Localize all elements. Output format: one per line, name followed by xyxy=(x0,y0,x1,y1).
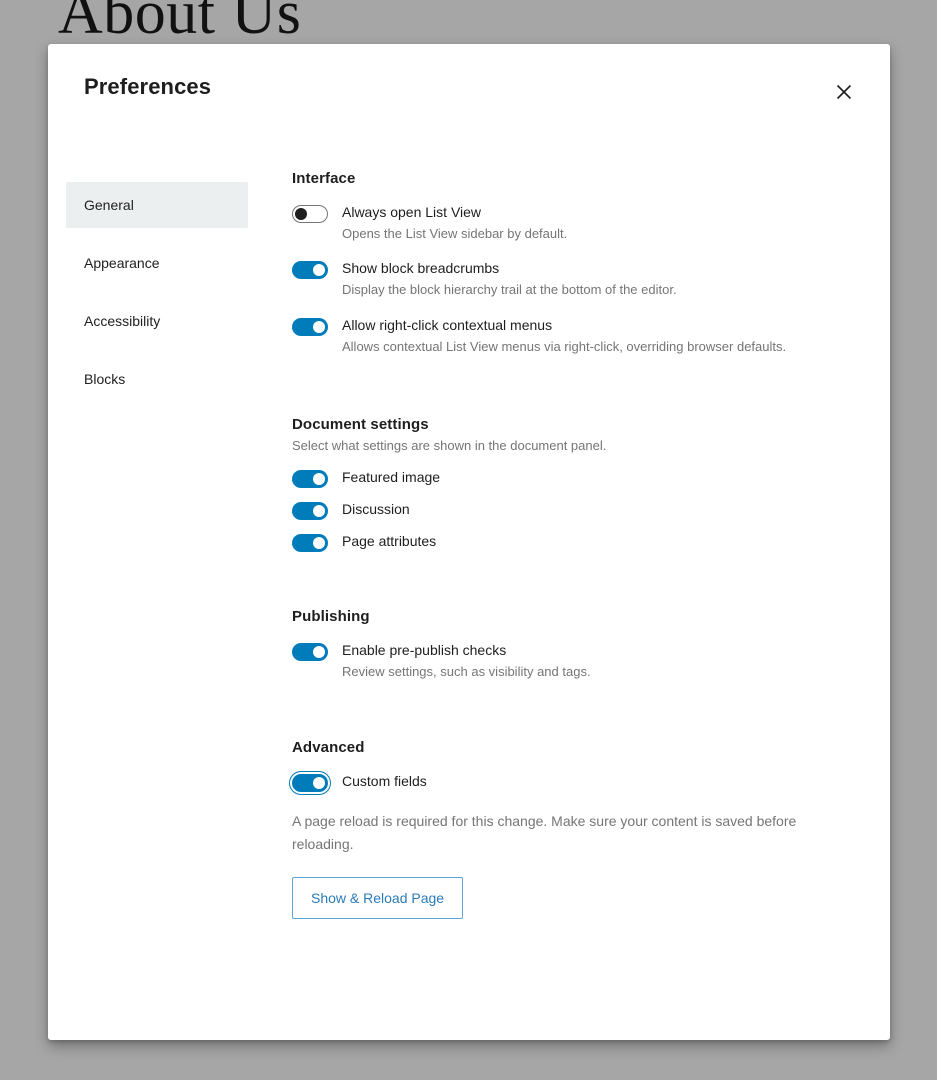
sidebar-item-label: Accessibility xyxy=(84,313,161,329)
section-title-document-settings: Document settings xyxy=(292,416,429,434)
toggle-knob xyxy=(313,505,325,518)
setting-help: Allows contextual List View menus via ri… xyxy=(342,338,787,354)
sidebar-item-label: Appearance xyxy=(84,255,160,271)
setting-row-discussion: Discussion xyxy=(292,500,830,521)
show-and-reload-page-button[interactable]: Show & Reload Page xyxy=(292,877,464,920)
modal-header: Preferences xyxy=(48,44,890,120)
setting-label: Page attributes xyxy=(342,533,437,550)
toggle-enable-pre-publish-checks[interactable] xyxy=(292,643,328,662)
section-title-advanced: Advanced xyxy=(292,739,365,757)
setting-help: Opens the List View sidebar by default. xyxy=(342,225,568,241)
setting-row-enable-pre-publish-checks: Enable pre-publish checks Review setting… xyxy=(292,641,830,681)
section-publishing: Publishing Enable pre-publish checks Rev… xyxy=(292,608,830,681)
sidebar-item-accessibility[interactable]: Accessibility xyxy=(66,298,248,344)
modal-body: General Appearance Accessibility Blocks … xyxy=(48,120,890,923)
setting-text: Custom fields xyxy=(342,772,427,791)
toggle-page-attributes[interactable] xyxy=(292,534,328,553)
setting-text: Allow right-click contextual menus Allow… xyxy=(342,316,786,356)
section-document-settings: Document settings Select what settings a… xyxy=(292,416,830,553)
section-title-interface: Interface xyxy=(292,170,356,187)
section-description-document-settings: Select what settings are shown in the do… xyxy=(292,438,607,454)
setting-row-custom-fields: Custom fields xyxy=(292,772,830,793)
reload-required-note: A page reload is required for this chang… xyxy=(292,813,797,852)
toggle-custom-fields[interactable] xyxy=(292,774,328,793)
toggle-always-open-list-view[interactable] xyxy=(292,205,328,223)
toggle-discussion[interactable] xyxy=(292,502,328,521)
setting-label: Discussion xyxy=(342,501,410,518)
setting-help: Review settings, such as visibility and … xyxy=(342,663,591,679)
setting-row-allow-right-click-menus: Allow right-click contextual menus Allow… xyxy=(292,316,830,356)
toggle-knob xyxy=(313,320,325,333)
setting-text: Always open List View Opens the List Vie… xyxy=(342,203,567,243)
setting-row-show-block-breadcrumbs: Show block breadcrumbs Display the block… xyxy=(292,259,830,299)
toggle-knob xyxy=(295,208,307,220)
setting-text: Page attributes xyxy=(342,532,436,551)
setting-label: Enable pre-publish checks xyxy=(342,642,507,659)
setting-text: Featured image xyxy=(342,468,440,487)
sidebar-item-general[interactable]: General xyxy=(66,182,248,228)
toggle-allow-right-click-contextual-menus[interactable] xyxy=(292,317,328,336)
sidebar-item-appearance[interactable]: Appearance xyxy=(66,240,248,286)
sidebar-item-label: General xyxy=(84,197,134,213)
sidebar-item-blocks[interactable]: Blocks xyxy=(66,356,248,402)
toggle-knob xyxy=(313,777,325,790)
close-icon xyxy=(835,83,853,101)
setting-help: Display the block hierarchy trail at the… xyxy=(342,282,677,298)
setting-label: Custom fields xyxy=(342,773,427,790)
section-title-publishing: Publishing xyxy=(292,608,370,626)
toggle-featured-image[interactable] xyxy=(292,470,328,489)
preferences-modal: Preferences General Appearance Accessibi… xyxy=(48,44,890,1040)
setting-text: Discussion xyxy=(342,500,410,519)
setting-row-page-attributes: Page attributes xyxy=(292,532,830,553)
section-advanced: Advanced Custom fields A page reload is … xyxy=(292,739,830,920)
section-interface: Interface Always open List View Opens th… xyxy=(292,170,830,356)
setting-label: Show block breadcrumbs xyxy=(342,260,500,277)
setting-text: Enable pre-publish checks Review setting… xyxy=(342,641,591,681)
toggle-knob xyxy=(313,537,325,550)
setting-row-always-open-list-view: Always open List View Opens the List Vie… xyxy=(292,203,830,243)
toggle-knob xyxy=(313,264,325,277)
sidebar-item-label: Blocks xyxy=(84,371,126,387)
setting-row-featured-image: Featured image xyxy=(292,468,830,489)
toggle-knob xyxy=(313,473,325,486)
toggle-show-block-breadcrumbs[interactable] xyxy=(292,261,328,280)
setting-text: Show block breadcrumbs Display the block… xyxy=(342,259,677,299)
setting-label: Always open List View xyxy=(342,204,482,220)
setting-label: Allow right-click contextual menus xyxy=(342,316,553,333)
toggle-knob xyxy=(313,646,325,659)
preferences-sidebar: General Appearance Accessibility Blocks xyxy=(66,120,266,414)
setting-label: Featured image xyxy=(342,469,441,486)
modal-title: Preferences xyxy=(84,74,212,99)
close-button[interactable] xyxy=(824,72,864,112)
backdrop-page-title: About Us xyxy=(58,0,302,47)
preferences-content: Interface Always open List View Opens th… xyxy=(266,120,890,923)
